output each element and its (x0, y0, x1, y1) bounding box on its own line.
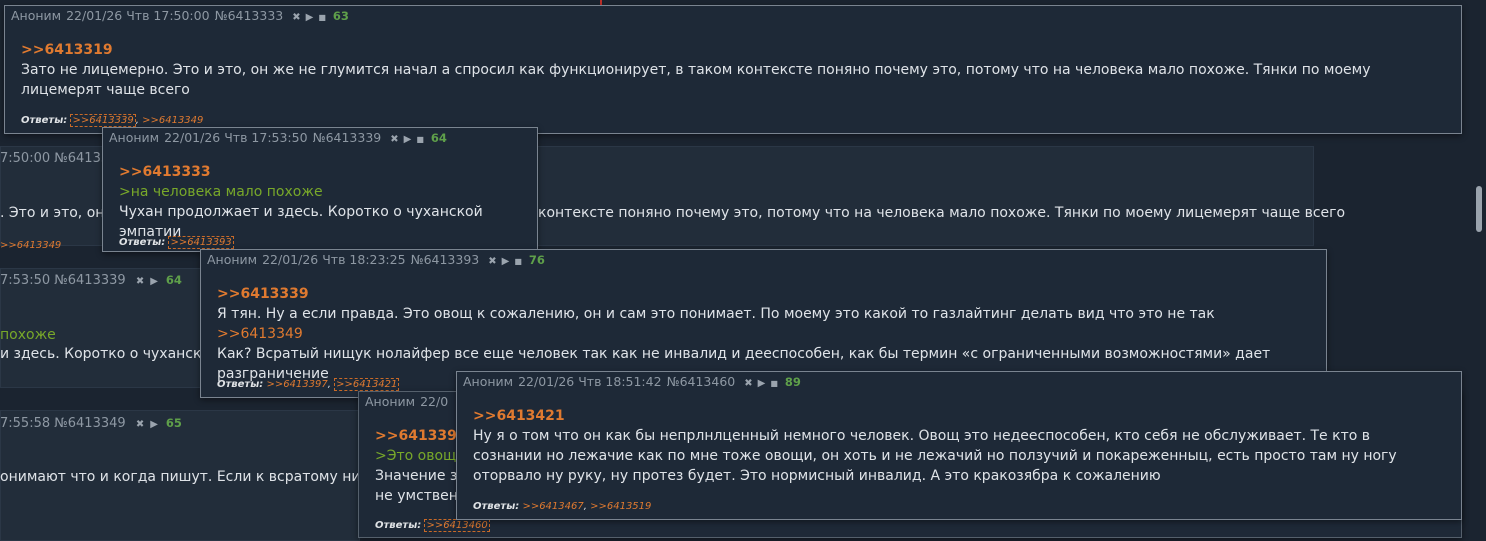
bg-post-header: 7:53:50 №6413339 ✖ ▶ 64 (0, 273, 182, 288)
post-counter: 76 (528, 253, 545, 267)
answers-label: Ответы: (21, 115, 68, 126)
play-icon[interactable]: ▶ (502, 256, 510, 267)
reply-link[interactable]: >>6413319 (21, 40, 1441, 60)
post-header: Аноним 22/01/26 Чтв 17:53:50 №6413339 ✖ ▶ ■ 6… (109, 130, 452, 145)
answer-link[interactable]: >>6413349 (142, 115, 203, 126)
close-icon[interactable]: ✖ (136, 419, 144, 430)
play-icon[interactable]: ▶ (150, 276, 158, 287)
answer-link[interactable]: >>6413421 (334, 378, 400, 391)
post-date: 22/01/26 Чтв 18:51:42 (518, 374, 662, 389)
answers-line: Ответы: >>6413393 (119, 236, 234, 249)
reply-link[interactable]: >>6413333 (119, 162, 529, 182)
post-body: >>6413333 >на человека мало похоже Чухан… (119, 162, 529, 242)
stop-icon[interactable]: ■ (318, 13, 326, 22)
post-date: 22/01/26 Чтв 18:23:25 (262, 252, 406, 267)
post-id[interactable]: №6413333 (215, 8, 284, 23)
post-counter: 89 (784, 375, 801, 389)
post-header: Аноним 22/01/26 Чтв 17:50:00 №6413333 ✖ ▶ ■ 6… (11, 8, 354, 23)
bg-quote: похоже (0, 327, 56, 343)
play-icon[interactable]: ▶ (306, 12, 314, 23)
answers-label: Ответы: (375, 520, 422, 531)
answers-line: Ответы: >>6413339, >>6413349 (21, 114, 204, 127)
stop-icon[interactable]: ■ (416, 135, 424, 144)
post-author: Аноним (463, 374, 514, 389)
play-icon[interactable]: ▶ (150, 419, 158, 430)
scrollbar[interactable] (1472, 0, 1486, 541)
post-date: 22/01/26 Чтв 17:50:00 (66, 8, 210, 23)
post-body: >>6413339 Я тян. Ну а если правда. Это о… (217, 284, 1317, 384)
bg-answer-link[interactable]: >>6413349 (0, 240, 61, 251)
post-body: >>6413421 Ну я о том что он как бы непрл… (473, 406, 1433, 486)
stop-icon[interactable]: ■ (770, 379, 778, 388)
post-counter: 64 (165, 273, 182, 287)
reply-link[interactable]: >>6413349 (217, 324, 1317, 344)
answers-line: Ответы: >>6413460 (375, 519, 490, 532)
post-text: Ну я о том что он как бы непрлнлценный н… (473, 428, 1397, 484)
reply-link[interactable]: >>6413339 (217, 284, 1317, 304)
scrollbar-thumb[interactable] (1476, 186, 1482, 232)
close-icon[interactable]: ✖ (136, 276, 144, 287)
reply-link[interactable]: >>6413421 (473, 406, 1433, 426)
post-author: Аноним (207, 252, 258, 267)
post-text: Я тян. Ну а если правда. Это овощ к сожа… (217, 306, 1215, 322)
post-counter: 63 (332, 9, 349, 23)
answer-link[interactable]: >>6413467 (522, 501, 583, 512)
close-icon[interactable]: ✖ (390, 134, 398, 145)
popup-post-6413460: Аноним 22/01/26 Чтв 18:51:42 №6413460 ✖ ▶ ■ 8… (456, 371, 1462, 520)
answer-link[interactable]: >>6413519 (590, 501, 651, 512)
answers-line: Ответы: >>6413467, >>6413519 (473, 501, 652, 512)
close-icon[interactable]: ✖ (488, 256, 496, 267)
post-id[interactable]: №6413393 (411, 252, 480, 267)
play-icon[interactable]: ▶ (404, 134, 412, 145)
quote-text: >на человека мало похоже (119, 184, 323, 200)
stop-icon[interactable]: ■ (514, 257, 522, 266)
answer-link[interactable]: >>6413393 (168, 236, 234, 249)
close-icon[interactable]: ✖ (744, 378, 752, 389)
answer-link[interactable]: >>6413397 (266, 379, 327, 390)
answer-link[interactable]: >>6413339 (70, 114, 136, 127)
post-date: 22/0 (420, 394, 449, 409)
post-header: Аноним 22/0 (365, 394, 453, 409)
post-header: Аноним 22/01/26 Чтв 18:51:42 №6413460 ✖ ▶ ■ 8… (463, 374, 806, 389)
post-counter: 65 (165, 416, 182, 430)
play-icon[interactable]: ▶ (758, 378, 766, 389)
bg-post-text: и здесь. Коротко о чуханской (0, 346, 220, 362)
answers-line: Ответы: >>6413397, >>6413421 (217, 378, 400, 391)
answers-label: Ответы: (473, 501, 520, 512)
answer-link[interactable]: >>6413460 (424, 519, 490, 532)
answers-label: Ответы: (217, 379, 264, 390)
bg-post-text: онимают что и когда пишут. Если к всрато… (0, 469, 391, 485)
post-id[interactable]: №6413460 (667, 374, 736, 389)
post-header: Аноним 22/01/26 Чтв 18:23:25 №6413393 ✖ ▶ ■ 7… (207, 252, 550, 267)
answers-label: Ответы: (119, 237, 166, 248)
bg-post-text-right: контексте поняно почему это, потому что … (538, 205, 1346, 221)
post-counter: 64 (430, 131, 447, 145)
post-date: 22/01/26 Чтв 17:53:50 (164, 130, 308, 145)
post-author: Аноним (365, 394, 416, 409)
bg-post-header: 7:55:58 №6413349 ✖ ▶ 65 (0, 416, 182, 431)
post-author: Аноним (109, 130, 160, 145)
post-body: >>6413319 Зато не лицемерно. Это и это, … (21, 40, 1441, 100)
close-icon[interactable]: ✖ (292, 12, 300, 23)
popup-post-6413333: Аноним 22/01/26 Чтв 17:50:00 №6413333 ✖ ▶ ■ 6… (4, 5, 1462, 134)
post-text: Зато не лицемерно. Это и это, он же не г… (21, 62, 1371, 98)
post-author: Аноним (11, 8, 62, 23)
popup-post-6413339: Аноним 22/01/26 Чтв 17:53:50 №6413339 ✖ ▶ ■ 6… (102, 127, 538, 252)
post-id[interactable]: №6413339 (313, 130, 382, 145)
